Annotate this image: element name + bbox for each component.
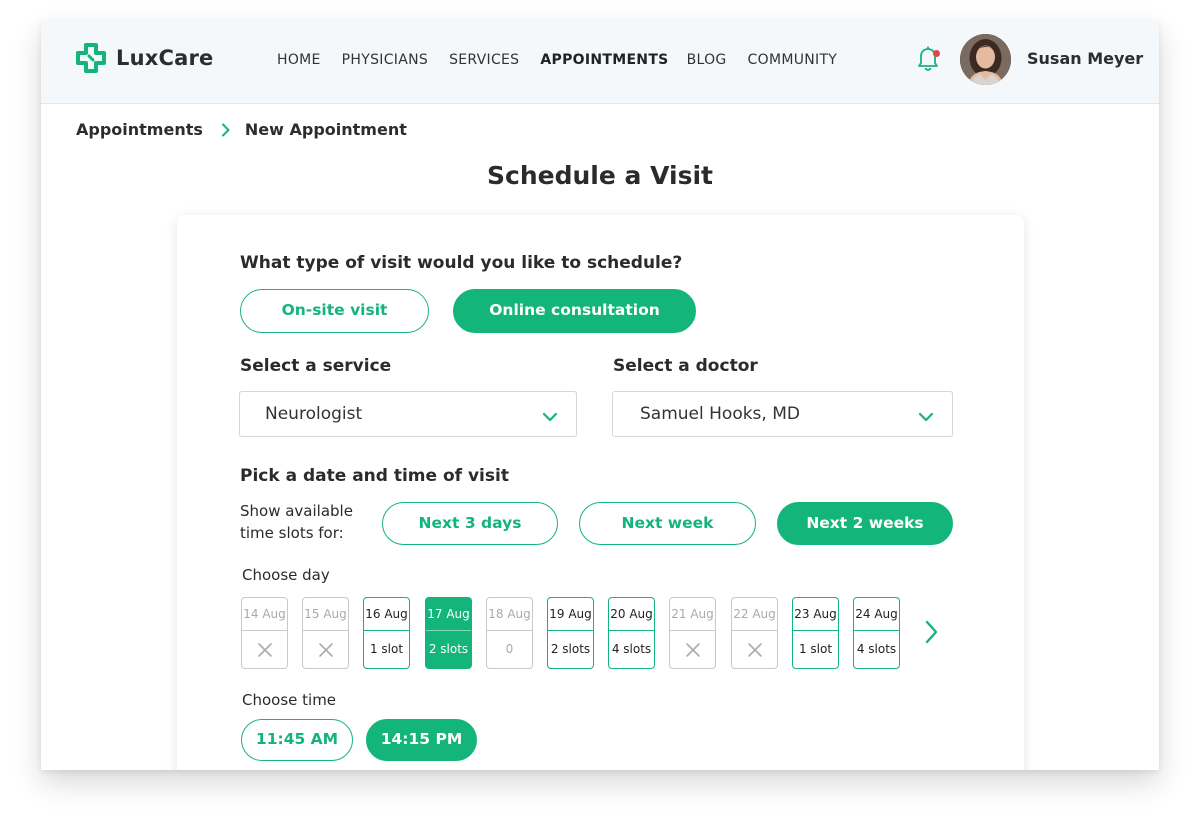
nav-link-community[interactable]: COMMUNITY [748,52,838,68]
range-label: Show available time slots for: [240,500,353,544]
top-navbar: LuxCare HOME PHYSICIANS SERVICES APPOINT… [41,21,1159,104]
day-slots: 2 slots [428,642,469,656]
nav-link-services[interactable]: SERVICES [449,52,519,68]
day-slots: 1 slot [369,642,404,656]
nav-link-physicians[interactable]: PHYSICIANS [342,52,428,68]
onsite-visit-button[interactable]: On-site visit [240,289,429,333]
nav-link-home[interactable]: HOME [277,52,321,68]
cross-logo-icon [75,42,107,74]
day-date: 18 Aug [487,598,532,631]
range-label-line1: Show available [240,502,353,520]
day-tile[interactable]: 20 Aug 4 slots [608,597,655,669]
schedule-card: What type of visit would you like to sch… [177,215,1024,770]
choose-time-label: Choose time [242,691,337,709]
day-tile: 21 Aug [669,597,716,669]
notification-dot [933,50,940,57]
range-next-3-days-button[interactable]: Next 3 days [382,502,558,545]
nav-link-blog[interactable]: BLOG [687,52,727,68]
day-date: 15 Aug [303,598,348,631]
day-tile[interactable]: 19 Aug 2 slots [547,597,594,669]
day-date: 17 Aug [426,598,471,631]
app-window: LuxCare HOME PHYSICIANS SERVICES APPOINT… [41,21,1159,770]
day-slots: 0 [505,642,514,656]
service-select[interactable]: Neurologist [239,391,577,437]
day-date: 22 Aug [732,598,777,631]
day-tile: 14 Aug [241,597,288,669]
service-select-value: Neurologist [265,404,363,424]
day-date: 14 Aug [242,598,287,631]
brand-name: LuxCare [116,46,214,70]
chevron-right-icon [921,620,941,649]
choose-day-label: Choose day [242,566,330,584]
day-tile: 22 Aug [731,597,778,669]
range-label-line2: time slots for: [240,524,344,542]
schedule-title: Pick a date and time of visit [240,466,509,486]
chevron-down-icon [542,408,558,427]
logo[interactable]: LuxCare [75,42,213,74]
x-icon [670,631,715,668]
day-tile: 18 Aug 0 [486,597,533,669]
chevron-right-icon [221,123,231,137]
day-tile[interactable]: 16 Aug 1 slot [363,597,410,669]
day-tile[interactable]: 24 Aug 4 slots [853,597,900,669]
x-icon [303,631,348,668]
day-slots: 4 slots [611,642,652,656]
doctor-select[interactable]: Samuel Hooks, MD [612,391,953,437]
service-label: Select a service [240,356,392,376]
avatar[interactable] [960,34,1011,85]
day-tile: 15 Aug [302,597,349,669]
day-tile[interactable]: 17 Aug 2 slots [425,597,472,669]
range-next-2-weeks-button[interactable]: Next 2 weeks [777,502,953,545]
chevron-down-icon [918,408,934,427]
x-icon [732,631,777,668]
next-days-button[interactable] [921,619,945,645]
doctor-label: Select a doctor [613,356,758,376]
doctor-select-value: Samuel Hooks, MD [640,404,800,424]
time-slot-1145-button[interactable]: 11:45 AM [241,719,353,761]
day-slots: 4 slots [856,642,897,656]
day-date: 20 Aug [609,598,654,631]
day-slots: 2 slots [550,642,591,656]
day-slots: 1 slot [798,642,833,656]
visit-type-question: What type of visit would you like to sch… [240,253,683,273]
day-date: 16 Aug [364,598,409,631]
bell-icon [917,45,941,71]
user-name[interactable]: Susan Meyer [1027,49,1143,68]
day-date: 19 Aug [548,598,593,631]
time-slot-1415-button[interactable]: 14:15 PM [366,719,477,761]
online-consultation-button[interactable]: Online consultation [453,289,696,333]
day-date: 21 Aug [670,598,715,631]
breadcrumb-appointments[interactable]: Appointments [76,120,203,139]
day-date: 23 Aug [793,598,838,631]
breadcrumb-current: New Appointment [244,120,407,139]
nav-link-appointments[interactable]: APPOINTMENTS [540,52,668,68]
x-icon [242,631,287,668]
range-next-week-button[interactable]: Next week [579,502,756,545]
breadcrumb: Appointments New Appointment [76,120,407,139]
day-date: 24 Aug [854,598,899,631]
page-title: Schedule a Visit [487,161,713,190]
main-nav: HOME PHYSICIANS SERVICES APPOINTMENTS BL… [277,52,858,68]
day-tile[interactable]: 23 Aug 1 slot [792,597,839,669]
notification-button[interactable] [917,45,941,71]
